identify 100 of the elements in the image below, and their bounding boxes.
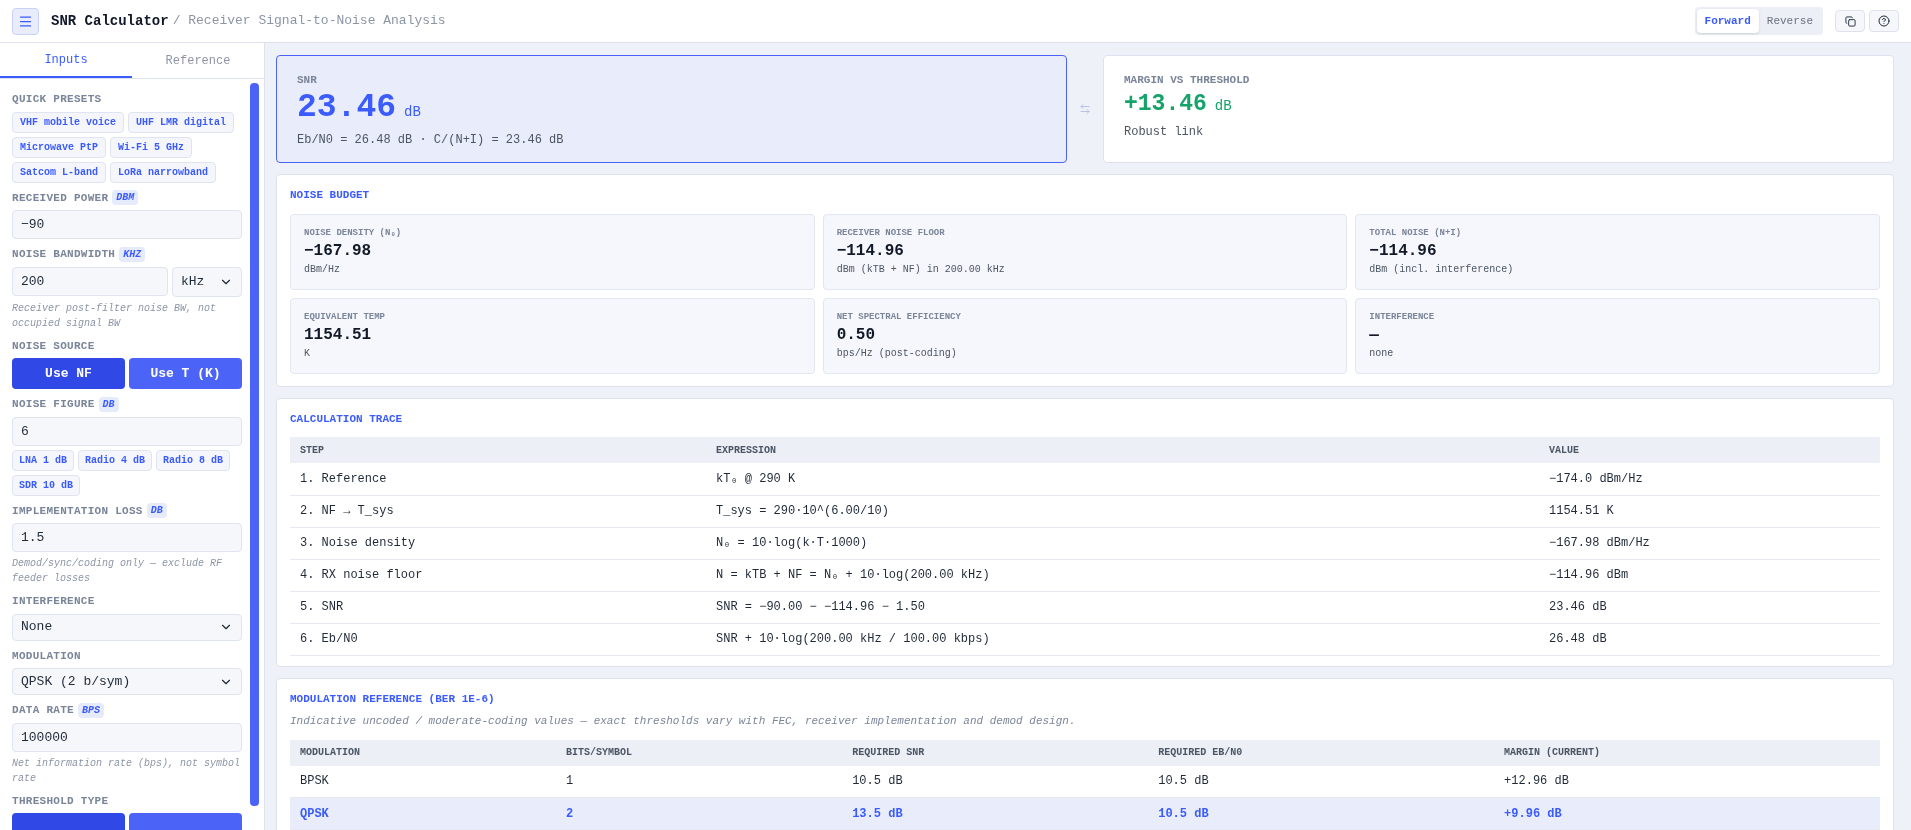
metric-value: −114.96 xyxy=(836,241,905,262)
unit-badge: DB xyxy=(98,396,119,412)
copy-button[interactable] xyxy=(1835,10,1865,32)
field-label: INTERFERENCE xyxy=(12,594,95,609)
app-title: SNR Calculator xyxy=(51,11,169,31)
preset-chip[interactable]: Wi-Fi 5 GHz xyxy=(110,136,193,158)
toggle-option[interactable]: Use NF xyxy=(12,358,125,389)
metric-value: 0.50 xyxy=(836,325,877,346)
table-cell: +12.96 dB xyxy=(1494,765,1880,798)
section-note: Indicative uncoded / moderate-coding values — exact thresholds vary with FEC, receiver implementation and demod design. xyxy=(290,714,1077,729)
column-header: REQUIRED SNR xyxy=(842,739,1149,766)
table-cell: N₀ = 10·log(k·T·1000) xyxy=(706,527,1539,559)
table-cell: SNR = −90.00 − −114.96 − 1.50 xyxy=(706,591,1539,623)
snr-unit: dB xyxy=(404,102,421,122)
preset-chip[interactable]: SDR 10 dB xyxy=(12,474,80,496)
metric-label: NOISE DENSITY (N₀) xyxy=(304,226,403,240)
direction-tab[interactable]: Reverse xyxy=(1758,9,1821,33)
metric-unit: dBm (kTB + NF) in 200.00 kHz xyxy=(836,263,1006,277)
unit-badge: DBM xyxy=(112,190,139,206)
table-cell: +9.96 dB xyxy=(1494,797,1880,830)
preset-chip[interactable]: Microwave PtP xyxy=(12,136,106,158)
metric-value: −167.98 xyxy=(304,241,373,262)
field-label: NOISE SOURCE xyxy=(12,338,95,354)
preset-chip[interactable]: Satcom L-band xyxy=(12,161,106,183)
metric-value: −114.96 xyxy=(1369,241,1438,262)
table-cell: N = kTB + NF = N₀ + 10·log(200.00 kHz) xyxy=(706,559,1539,591)
table-cell: 6. Eb/N0 xyxy=(290,623,706,655)
table-cell: 10.5 dB xyxy=(1148,765,1495,798)
table-cell: T_sys = 290·10^(6.00/10) xyxy=(706,495,1539,527)
metric-label: NET SPECTRAL EFFICIENCY xyxy=(836,310,962,324)
column-header: STEP xyxy=(290,437,706,463)
table-cell: 1 xyxy=(556,765,843,798)
dropdown[interactable]: QPSK (2 b/sym) xyxy=(12,668,242,695)
metric-unit: dBm (incl. interference) xyxy=(1369,263,1515,277)
menu-button[interactable] xyxy=(12,7,39,35)
field-label: IMPLEMENTATION LOSS xyxy=(12,503,143,519)
toggle-option[interactable]: Use T (K) xyxy=(129,358,242,389)
direction-tab[interactable]: Forward xyxy=(1696,9,1759,33)
table-row[interactable]: BPSK 1 10.5 dB 10.5 dB +12.96 dB xyxy=(290,765,1880,798)
help-icon xyxy=(1878,15,1890,27)
section-title: CALCULATION TRACE xyxy=(290,411,404,427)
column-header: MARGIN (CURRENT) xyxy=(1494,739,1880,766)
table-cell: BPSK xyxy=(290,765,557,798)
table-cell: SNR + 10·log(200.00 kHz / 100.00 kbps) xyxy=(706,623,1539,655)
metric-label: EQUIVALENT TEMP xyxy=(304,310,386,324)
column-header: BITS/SYMBOL xyxy=(556,739,843,766)
card-label: MARGIN VS THRESHOLD xyxy=(1124,73,1251,88)
table-cell: 23.46 dB xyxy=(1539,591,1880,623)
preset-chip[interactable]: VHF mobile voice xyxy=(12,111,124,133)
field-label: QUICK PRESETS xyxy=(12,92,102,107)
input-field[interactable]: 100000 xyxy=(12,722,242,752)
app-subtitle: / Receiver Signal-to-Noise Analysis xyxy=(172,12,446,31)
unit-badge: BPS xyxy=(77,702,104,718)
menu-icon xyxy=(18,13,33,29)
unit-dropdown[interactable]: kHz xyxy=(172,266,242,297)
margin-value: +13.46 xyxy=(1124,89,1207,119)
copy-icon xyxy=(1844,15,1856,27)
column-header: EXPRESSION xyxy=(706,437,1539,463)
snr-detail: Eb/N0 = 26.48 dB · C/(N+I) = 23.46 dB xyxy=(297,131,565,149)
table-cell: 1. Reference xyxy=(290,463,706,495)
hint-text: Net information rate (bps), not symbol rate xyxy=(12,756,242,786)
field-label: NOISE FIGURE xyxy=(12,397,95,412)
table-cell: 2. NF → T_sys xyxy=(290,495,706,527)
field-label: DATA RATE xyxy=(12,703,74,718)
help-button[interactable] xyxy=(1869,10,1899,32)
table-cell: 26.48 dB xyxy=(1539,623,1880,655)
metric-unit: dBm/Hz xyxy=(304,263,341,277)
column-header: VALUE xyxy=(1539,437,1880,463)
table-cell: −174.0 dBm/Hz xyxy=(1539,463,1880,495)
metric-label: TOTAL NOISE (N+I) xyxy=(1369,226,1463,240)
field-label: RECEIVED POWER xyxy=(12,190,109,206)
hint-text: Demod/sync/coding only — exclude RF feeder losses xyxy=(12,557,224,586)
sidebar-tab[interactable]: Reference xyxy=(132,43,264,78)
unit-badge: DB xyxy=(146,503,167,519)
snr-value: 23.46 xyxy=(297,88,397,127)
table-cell: 10.5 dB xyxy=(842,765,1149,798)
section-title: MODULATION REFERENCE (BER 1E-6) xyxy=(290,691,496,707)
input-field[interactable]: 1.5 xyxy=(12,523,242,552)
table-cell: 4. RX noise floor xyxy=(290,559,706,591)
table-cell: 1154.51 K xyxy=(1539,495,1880,527)
sidebar-tab[interactable]: Inputs xyxy=(0,43,132,78)
metric-value: 1154.51 xyxy=(304,325,373,346)
preset-chip[interactable]: LNA 1 dB xyxy=(12,449,74,471)
metric-label: RECEIVER NOISE FLOOR xyxy=(836,226,946,240)
metric-label: INTERFERENCE xyxy=(1369,310,1436,324)
preset-chip[interactable]: Radio 8 dB xyxy=(156,449,231,471)
metric-unit: bps/Hz (post-coding) xyxy=(836,347,958,361)
table-cell: 13.5 dB xyxy=(842,797,1149,830)
dropdown[interactable]: None xyxy=(12,613,242,641)
preset-chip[interactable]: LoRa narrowband xyxy=(110,161,217,183)
preset-chip[interactable]: UHF LMR digital xyxy=(128,111,235,133)
metric-unit: K xyxy=(304,347,311,361)
input-field[interactable]: 6 xyxy=(12,416,242,446)
preset-chip[interactable]: Radio 4 dB xyxy=(78,449,153,471)
table-cell: 3. Noise density xyxy=(290,527,706,559)
swap-icon xyxy=(1079,103,1091,115)
scrollbar[interactable] xyxy=(250,83,259,806)
hint-text: Receiver post-filter noise BW, not occupied signal BW xyxy=(12,301,218,331)
input-field[interactable]: 200 xyxy=(12,266,168,296)
input-field[interactable]: −90 xyxy=(12,210,242,239)
